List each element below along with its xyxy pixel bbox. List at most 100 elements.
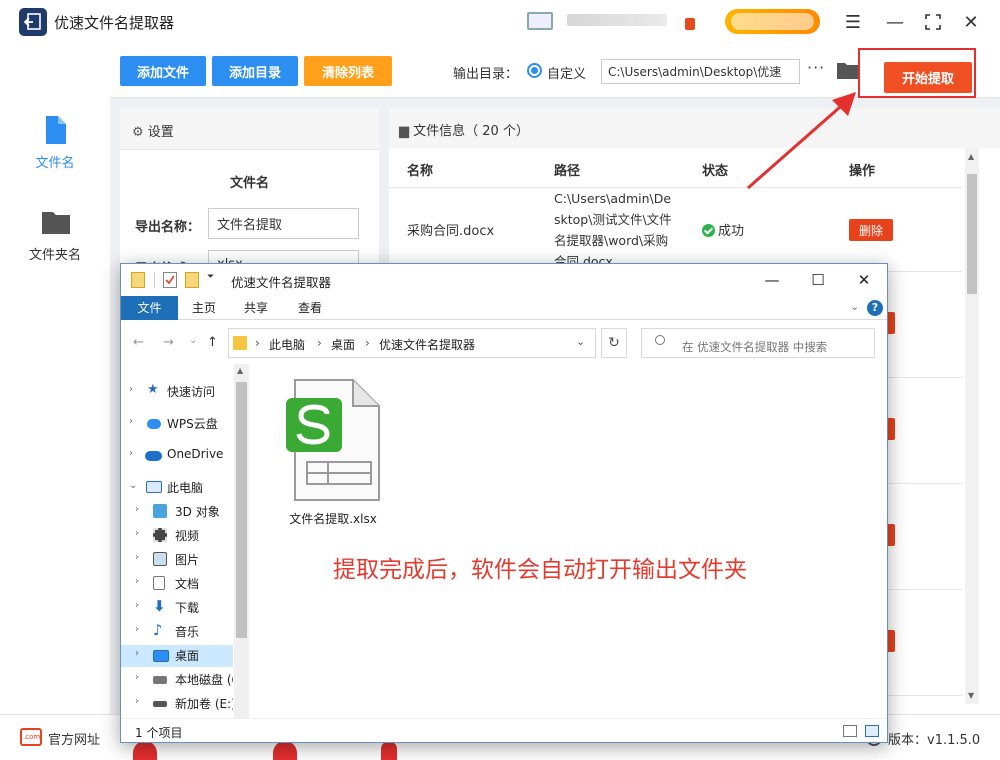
- output-path-input[interactable]: [601, 59, 800, 84]
- back-arrow-icon[interactable]: ←: [133, 335, 144, 350]
- delete-button[interactable]: 删除: [849, 219, 893, 241]
- chevron-right-icon[interactable]: ›: [135, 624, 139, 635]
- address-dropdown-icon[interactable]: ⌄: [576, 335, 585, 348]
- tab-home[interactable]: 主页: [178, 296, 230, 320]
- breadcrumb-folder[interactable]: 优速文件名提取器: [379, 336, 475, 353]
- tree-item-music[interactable]: › ♪ 音乐: [135, 621, 233, 643]
- tree-item-videos[interactable]: › 视频: [135, 525, 233, 547]
- close-icon[interactable]: ✕: [853, 270, 875, 290]
- nav-item-foldername[interactable]: 文件夹名: [0, 208, 110, 278]
- tree-item-downloads[interactable]: › ⬇ 下载: [135, 597, 233, 619]
- chevron-right-icon[interactable]: ›: [135, 672, 139, 683]
- ad-pill-button[interactable]: [725, 9, 820, 34]
- tab-share[interactable]: 共享: [230, 296, 282, 320]
- chevron-down-icon[interactable]: ⌄: [129, 480, 137, 491]
- search-input[interactable]: [641, 328, 875, 358]
- delete-button[interactable]: [887, 524, 895, 546]
- tree-item-pictures[interactable]: › 图片: [135, 549, 233, 571]
- tab-view[interactable]: 查看: [282, 296, 338, 320]
- ad-banner[interactable]: [527, 10, 707, 32]
- nav-item-filename[interactable]: 文件名: [0, 116, 110, 186]
- tab-file[interactable]: 文件: [121, 296, 178, 320]
- forward-arrow-icon[interactable]: →: [163, 335, 174, 350]
- scroll-up-icon[interactable]: ▲: [237, 366, 243, 375]
- nav-label: 文件名: [35, 156, 75, 171]
- help-icon[interactable]: ?: [867, 300, 883, 316]
- refresh-icon[interactable]: ↻: [601, 328, 627, 358]
- picture-icon: [153, 552, 167, 566]
- settings-section-title: 文件名: [229, 176, 269, 191]
- tree-item-new-volume[interactable]: › 新加卷 (E:): [135, 693, 233, 715]
- maximize-icon[interactable]: [921, 10, 945, 34]
- custom-radio[interactable]: [527, 63, 542, 78]
- add-directory-button[interactable]: 添加目录: [212, 56, 298, 86]
- wps-spreadsheet-icon[interactable]: [283, 378, 383, 503]
- export-name-input[interactable]: [208, 208, 359, 239]
- website-link[interactable]: 官方网址: [48, 729, 100, 748]
- up-arrow-icon[interactable]: ↑: [207, 335, 218, 350]
- tree-item-wps-cloud[interactable]: › WPS云盘: [129, 413, 233, 435]
- open-folder-icon[interactable]: [837, 61, 859, 79]
- table-row[interactable]: 采购合同.docx C:\Users\admin\Desktop\测试文件\文件…: [389, 188, 962, 272]
- chevron-right-icon[interactable]: ›: [129, 448, 133, 459]
- minimize-icon[interactable]: —: [883, 10, 907, 34]
- tree-item-onedrive[interactable]: › OneDrive: [129, 445, 233, 467]
- tree-item-quick-access[interactable]: › ★ 快速访问: [129, 381, 233, 403]
- start-highlight-box: 开始提取: [858, 48, 976, 98]
- scroll-up-icon[interactable]: ▲: [968, 152, 974, 161]
- minimize-icon[interactable]: —: [761, 270, 783, 290]
- music-icon: ♪: [153, 621, 163, 639]
- large-icons-view-icon[interactable]: [865, 725, 879, 737]
- drive-icon: [153, 701, 167, 707]
- delete-button[interactable]: [887, 418, 895, 440]
- maximize-icon[interactable]: ☐: [807, 270, 829, 290]
- settings-header: ⚙ 设置: [120, 108, 379, 150]
- chevron-right-icon[interactable]: ›: [135, 552, 139, 563]
- promo-icon[interactable]: [133, 741, 157, 760]
- chevron-right-icon[interactable]: ›: [129, 416, 133, 427]
- start-extract-button[interactable]: 开始提取: [884, 62, 972, 93]
- quick-access-dropdown-icon[interactable]: ⏷: [207, 272, 221, 288]
- details-view-icon[interactable]: [843, 725, 857, 737]
- breadcrumb-desktop[interactable]: 桌面: [331, 336, 355, 353]
- properties-icon[interactable]: [163, 272, 177, 288]
- scroll-down-icon[interactable]: ▼: [968, 691, 974, 700]
- chevron-right-icon[interactable]: ›: [135, 600, 139, 611]
- file-name-label[interactable]: 文件名提取.xlsx: [281, 510, 385, 527]
- delete-button[interactable]: [887, 630, 895, 652]
- scrollbar-thumb[interactable]: [236, 382, 247, 638]
- cube-icon: [153, 504, 167, 518]
- custom-radio-label[interactable]: 自定义: [547, 63, 586, 82]
- tree-item-local-disk[interactable]: › 本地磁盘 (C: [135, 669, 233, 691]
- address-bar[interactable]: › 此电脑 › 桌面 › 优速文件名提取器 ⌄: [228, 328, 596, 358]
- output-dir-label: 输出目录：: [453, 67, 519, 82]
- chevron-right-icon[interactable]: ›: [135, 696, 139, 707]
- ribbon-expand-icon[interactable]: ⌄: [850, 300, 859, 313]
- chevron-right-icon[interactable]: ›: [129, 384, 133, 395]
- row-status: 成功: [702, 220, 744, 239]
- disk-icon: [153, 676, 167, 684]
- tree-item-documents[interactable]: › 文档: [135, 573, 233, 595]
- chevron-right-icon[interactable]: ›: [135, 576, 139, 587]
- new-folder-icon[interactable]: [185, 272, 199, 288]
- chevron-right-icon[interactable]: ›: [135, 648, 139, 659]
- chevron-right-icon[interactable]: ›: [135, 528, 139, 539]
- tree-item-this-pc[interactable]: ⌄ 此电脑: [129, 477, 233, 499]
- nav-pane-scrollbar[interactable]: ▲: [234, 364, 249, 718]
- browse-more-button[interactable]: ···: [807, 58, 825, 77]
- hamburger-icon[interactable]: ☰: [841, 10, 865, 34]
- tree-item-desktop[interactable]: › 桌面: [121, 645, 233, 667]
- tree-item-3d-objects[interactable]: › 3D 对象: [135, 501, 233, 523]
- promo-icon[interactable]: [381, 741, 397, 760]
- delete-button[interactable]: [887, 312, 895, 334]
- add-file-button[interactable]: 添加文件: [120, 56, 206, 86]
- chevron-right-icon[interactable]: ›: [135, 504, 139, 515]
- status-text: 成功: [718, 224, 745, 239]
- clear-list-button[interactable]: 清除列表: [304, 56, 392, 86]
- table-scrollbar[interactable]: ▲ ▼: [965, 148, 979, 704]
- scrollbar-thumb[interactable]: [967, 174, 977, 294]
- promo-icon[interactable]: [273, 741, 297, 760]
- recent-dropdown-icon[interactable]: ⌄: [189, 335, 197, 346]
- breadcrumb-this-pc[interactable]: 此电脑: [269, 336, 305, 353]
- close-icon[interactable]: ✕: [959, 10, 983, 34]
